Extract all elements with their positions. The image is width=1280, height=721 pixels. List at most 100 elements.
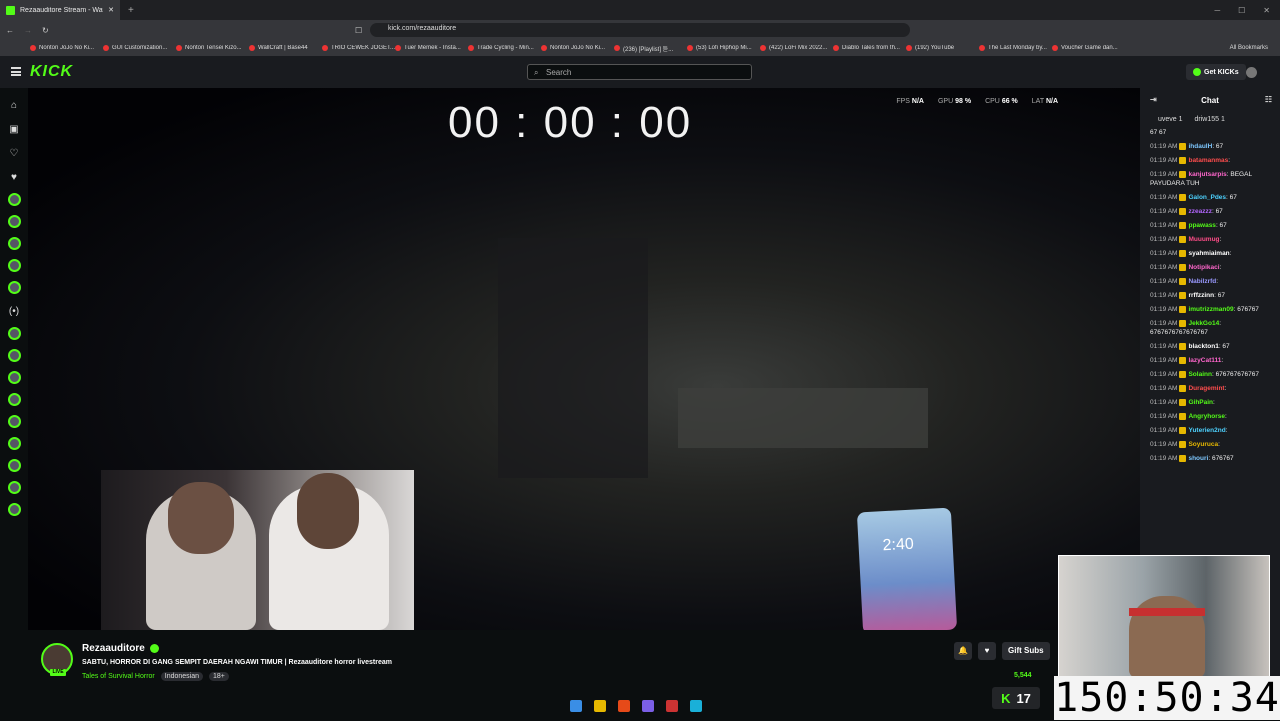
chat-message: 01:19 AM JekkGo14: 6767676767676767 [1140, 317, 1280, 340]
recommended-channel-avatar[interactable] [7, 415, 21, 428]
chat-username[interactable]: shouri [1188, 455, 1208, 462]
bookmark-item[interactable]: (422) LoFi Mix 2022... [760, 45, 833, 51]
bookmark-item[interactable]: TRIO CEWEK JOGET... [322, 45, 395, 51]
bookmark-item[interactable]: Nonton JoJo No Ki... [541, 45, 614, 51]
bookmark-item[interactable]: WallCraft | Base44 [249, 45, 322, 51]
chat-username[interactable]: Angryhorse [1188, 413, 1224, 420]
recommended-channel-avatar[interactable] [7, 481, 21, 494]
chat-username[interactable]: Nabilzrfd [1188, 278, 1216, 285]
back-icon[interactable]: ← [6, 26, 14, 35]
bookmark-item[interactable]: (192) YouTube [906, 45, 979, 51]
home-icon[interactable]: ⌂ [8, 100, 20, 112]
collapse-chat-icon[interactable]: ⇥ [1150, 95, 1157, 104]
close-tab-icon[interactable]: ✕ [108, 6, 114, 14]
tag-age[interactable]: 18+ [209, 672, 229, 681]
chat-username[interactable]: Yuterien2nd [1188, 427, 1225, 434]
bookmark-item[interactable]: Tuer Memek - Insta... [395, 45, 468, 51]
sub-badge-icon [1179, 440, 1187, 448]
windows-start-icon[interactable] [570, 700, 582, 712]
chat-message: 01:19 AM shouri: 676767 [1140, 452, 1280, 466]
chat-username[interactable]: Muuumug [1188, 236, 1219, 243]
message-text: : 67 [1226, 194, 1237, 201]
bookmark-item[interactable]: Trade Cycling - Min... [468, 45, 541, 51]
chat-username[interactable]: JekkGo14 [1188, 320, 1219, 327]
new-tab-icon[interactable]: + [120, 5, 134, 16]
search-input[interactable]: ⌕ Search [527, 64, 752, 80]
minimize-icon[interactable]: ─ [1214, 6, 1220, 15]
discord-icon[interactable] [642, 700, 654, 712]
gifter-item[interactable]: driw155 1 [1195, 116, 1225, 123]
browser-tab[interactable]: Rezaauditore Stream - Watch ✕ [0, 0, 120, 20]
chat-username[interactable]: GihPain [1188, 399, 1213, 406]
recommended-channel-avatar[interactable] [7, 503, 21, 516]
chat-username[interactable]: Duragemint [1188, 385, 1224, 392]
chat-username[interactable]: ihdaulH [1188, 143, 1212, 150]
chat-username[interactable]: imutrizzman09 [1188, 306, 1233, 313]
url-field[interactable]: kick.com/rezaauditore [370, 23, 910, 37]
bookmark-item[interactable]: (53) Lofi Hiphop Mi... [687, 45, 760, 51]
bookmark-item[interactable]: Nonton Tensei Kizo... [176, 45, 249, 51]
chat-username[interactable]: Notipikaci [1188, 264, 1219, 271]
chat-username[interactable]: ppawass [1188, 222, 1215, 229]
category-link[interactable]: Tales of Survival Horror [82, 673, 155, 680]
recommended-channel-avatar[interactable] [7, 327, 21, 340]
reload-icon[interactable]: ↻ [42, 26, 49, 35]
recommended-channel-avatar[interactable] [7, 371, 21, 384]
browse-icon[interactable]: ▣ [8, 124, 20, 136]
chat-username[interactable]: Galon_Pdes [1188, 194, 1226, 201]
file-explorer-icon[interactable] [594, 700, 606, 712]
gifter-item[interactable]: uveve 1 [1158, 116, 1183, 123]
chat-header: ⇥ Chat ☷ [1140, 88, 1280, 112]
notification-bell-icon[interactable]: 🔔 [954, 642, 972, 660]
following-icon[interactable]: ♡ [8, 148, 20, 160]
chat-username[interactable]: rrffzzinn [1188, 292, 1214, 299]
chat-username[interactable]: Solainn [1188, 371, 1211, 378]
followed-channel-avatar[interactable] [7, 259, 21, 272]
followed-channel-avatar[interactable] [7, 193, 21, 206]
tag-language[interactable]: Indonesian [160, 672, 204, 681]
video-player[interactable]: 00 : 00 : 00 FPS N/A GPU 98 % CPU 66 % L… [28, 88, 1140, 630]
menu-icon[interactable] [11, 67, 21, 76]
message-text: : [1218, 441, 1220, 448]
forward-icon[interactable]: → [24, 26, 32, 35]
followed-channel-avatar[interactable] [7, 237, 21, 250]
recommended-channel-avatar[interactable] [7, 393, 21, 406]
bookmark-item[interactable]: Voucher Game dan... [1052, 45, 1125, 51]
bookmark-icon[interactable]: ☐ [355, 26, 362, 35]
obs-icon[interactable] [666, 700, 678, 712]
chat-username[interactable]: batamanmas [1188, 157, 1228, 164]
bookmark-item[interactable]: Diablo Tales from th... [833, 45, 906, 51]
sub-badge-icon [1179, 319, 1187, 327]
brave-browser-icon[interactable] [618, 700, 630, 712]
bookmark-item[interactable]: The Last Monday by... [979, 45, 1052, 51]
recommended-channel-avatar[interactable] [7, 437, 21, 450]
all-bookmarks[interactable]: All Bookmarks [1230, 45, 1280, 51]
bookmark-item[interactable]: (236) [Playlist] 듣... [614, 44, 687, 53]
follow-heart-icon[interactable]: ♥ [978, 642, 996, 660]
gift-subs-button[interactable]: Gift Subs [1002, 642, 1050, 660]
sub-badge-icon [1179, 221, 1187, 229]
chat-username[interactable]: zzeazzz [1188, 208, 1211, 215]
chat-message: 01:19 AM ppawass: 67 [1140, 219, 1280, 233]
sub-badge-icon [1179, 370, 1187, 378]
channel-name[interactable]: Rezaauditore [82, 643, 145, 654]
message-time: 01:19 AM [1150, 194, 1178, 201]
close-window-icon[interactable]: ✕ [1263, 6, 1270, 15]
chat-username[interactable]: kanjutsarpis [1188, 171, 1226, 178]
recommended-channel-avatar[interactable] [7, 459, 21, 472]
maximize-icon[interactable]: ☐ [1238, 6, 1245, 15]
chat-username[interactable]: syahmiaiman [1188, 250, 1229, 257]
get-kicks-button[interactable]: Get KICKs [1186, 64, 1246, 80]
recommended-channel-avatar[interactable] [7, 349, 21, 362]
profile-avatar[interactable] [1246, 67, 1257, 78]
bookmark-item[interactable]: Nonton JoJo No Ki... [30, 45, 103, 51]
kick-logo[interactable]: KICK [30, 63, 73, 81]
chat-username[interactable]: Soyuruca [1188, 441, 1218, 448]
chat-users-icon[interactable]: ☷ [1265, 95, 1272, 104]
followed-channel-avatar[interactable] [7, 281, 21, 294]
bookmark-item[interactable]: GUI Customization... [103, 45, 176, 51]
edge-icon[interactable] [690, 700, 702, 712]
followed-channel-avatar[interactable] [7, 215, 21, 228]
chat-username[interactable]: blackton1 [1188, 343, 1218, 350]
chat-username[interactable]: lazyCat111 [1188, 357, 1221, 364]
